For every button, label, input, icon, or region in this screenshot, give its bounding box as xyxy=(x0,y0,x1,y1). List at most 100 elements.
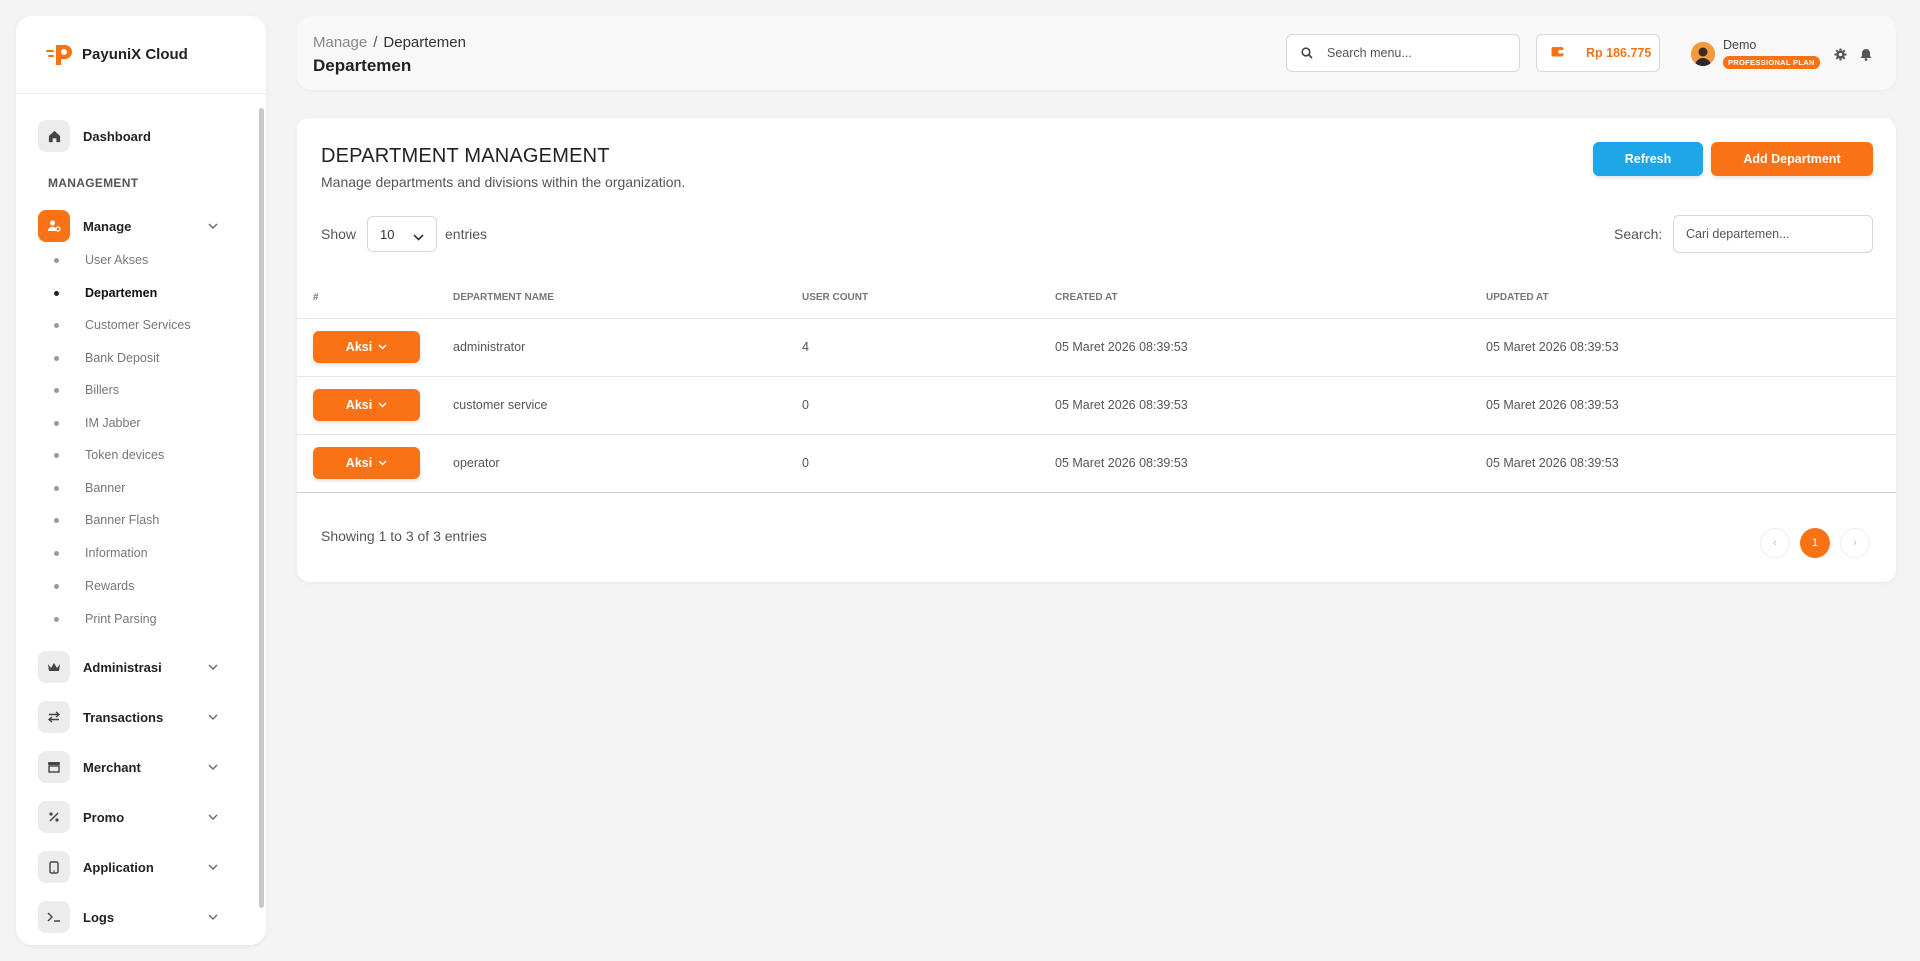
sidebar-subitem-billers[interactable]: Billers xyxy=(54,380,119,400)
add-department-button[interactable]: Add Department xyxy=(1711,142,1873,176)
pagination-prev[interactable]: ‹ xyxy=(1760,528,1790,558)
sidebar-subitem-im-jabber[interactable]: IM Jabber xyxy=(54,413,141,433)
table-search-label: Search: xyxy=(1614,226,1663,242)
sidebar-item-application[interactable]: Application xyxy=(38,849,228,885)
table-row: Aksi operator 0 05 Maret 2026 08:39:53 0… xyxy=(297,434,1896,493)
sidebar-item-label: Logs xyxy=(83,909,115,925)
bullet-icon xyxy=(54,257,59,263)
bullet-icon xyxy=(54,517,59,523)
column-header-user-count[interactable]: USER COUNT xyxy=(802,278,1055,319)
column-header-index[interactable]: # xyxy=(297,278,453,319)
aksi-button[interactable]: Aksi xyxy=(313,389,420,421)
bullet-icon xyxy=(54,550,59,556)
brand-logo-icon xyxy=(46,42,76,68)
store-icon xyxy=(38,751,70,783)
bullet-icon xyxy=(54,355,59,361)
refresh-button[interactable]: Refresh xyxy=(1593,142,1703,176)
sidebar-subitem-information[interactable]: Information xyxy=(54,543,148,563)
breadcrumb-current: Departemen xyxy=(383,34,466,51)
aksi-button[interactable]: Aksi xyxy=(313,447,420,479)
mobile-icon xyxy=(38,851,70,883)
menu-search-input[interactable] xyxy=(1327,46,1507,60)
topbar: Manage/Departemen Departemen Rp 186.775 … xyxy=(297,16,1896,90)
chevron-down-icon xyxy=(206,860,220,874)
sidebar-subitem-print-parsing[interactable]: Print Parsing xyxy=(54,609,157,629)
aksi-label: Aksi xyxy=(345,398,373,412)
brand[interactable]: PayuniX Cloud xyxy=(16,16,266,94)
subitem-label: Banner Flash xyxy=(85,513,160,527)
cell-created-at: 05 Maret 2026 08:39:53 xyxy=(1055,434,1486,493)
subitem-label: Banner xyxy=(85,481,126,495)
section-label-management: MANAGEMENT xyxy=(48,176,139,190)
search-icon xyxy=(1287,47,1327,59)
sidebar-subitem-bank-deposit[interactable]: Bank Deposit xyxy=(54,348,159,368)
sidebar-item-manage[interactable]: Manage xyxy=(38,208,228,244)
column-header-department-name[interactable]: DEPARTMENT NAME xyxy=(453,278,802,319)
sidebar-scrollbar[interactable] xyxy=(259,108,264,908)
sidebar-item-label: Administrasi xyxy=(83,659,162,675)
subitem-label: Departemen xyxy=(85,286,158,300)
sidebar-item-administrasi[interactable]: Administrasi xyxy=(38,649,228,685)
cell-updated-at: 05 Maret 2026 08:39:53 xyxy=(1486,318,1896,377)
sidebar-item-transactions[interactable]: Transactions xyxy=(38,699,228,735)
menu-search[interactable] xyxy=(1286,34,1520,72)
sidebar-item-dashboard[interactable]: Dashboard xyxy=(38,118,228,154)
chevron-down-icon xyxy=(378,344,387,350)
entries-select[interactable]: 10 xyxy=(367,216,437,252)
arrows-exchange-icon xyxy=(38,701,70,733)
pagination-page-1[interactable]: 1 xyxy=(1800,528,1830,558)
balance-display[interactable]: Rp 186.775 xyxy=(1536,34,1660,72)
sidebar-item-merchant[interactable]: Merchant xyxy=(38,749,228,785)
percent-icon xyxy=(38,801,70,833)
table-row: Aksi customer service 0 05 Maret 2026 08… xyxy=(297,376,1896,435)
card-title: DEPARTMENT MANAGEMENT xyxy=(321,145,610,167)
pagination-next[interactable]: › xyxy=(1840,528,1870,558)
sidebar-subitem-token-devices[interactable]: Token devices xyxy=(54,445,164,465)
bullet-icon xyxy=(54,616,59,622)
terminal-icon xyxy=(38,901,70,933)
sidebar-subitem-customer-services[interactable]: Customer Services xyxy=(54,315,191,335)
sidebar-item-promo[interactable]: Promo xyxy=(38,799,228,835)
chevron-down-icon xyxy=(378,402,387,408)
cell-action: Aksi xyxy=(297,376,453,435)
aksi-button[interactable]: Aksi xyxy=(313,331,420,363)
crown-icon xyxy=(38,651,70,683)
sidebar-item-logs[interactable]: Logs xyxy=(38,899,228,935)
column-header-created-at[interactable]: CREATED AT xyxy=(1055,278,1486,319)
cell-user-count: 4 xyxy=(802,318,1055,377)
sidebar-subitem-departemen[interactable]: Departemen xyxy=(54,283,157,303)
plan-badge: PROFESSIONAL PLAN xyxy=(1723,56,1820,69)
sidebar-scroll: Dashboard MANAGEMENT Manage User Akses D… xyxy=(16,94,266,945)
breadcrumb-separator: / xyxy=(373,34,378,51)
sidebar-item-label: Promo xyxy=(83,809,125,825)
chevron-down-icon xyxy=(206,910,220,924)
sidebar: PayuniX Cloud Dashboard MANAGEMENT Manag… xyxy=(16,16,266,945)
sidebar-subitem-user-akses[interactable]: User Akses xyxy=(54,250,148,270)
chevron-down-icon xyxy=(413,229,424,244)
gear-icon[interactable] xyxy=(1832,46,1848,62)
sidebar-subitem-banner[interactable]: Banner xyxy=(54,478,125,498)
bullet-icon xyxy=(54,452,59,458)
avatar xyxy=(1691,42,1715,66)
cell-user-count: 0 xyxy=(802,434,1055,493)
aksi-label: Aksi xyxy=(345,456,373,470)
aksi-label: Aksi xyxy=(345,340,373,354)
subitem-label: User Akses xyxy=(85,253,149,267)
cell-created-at: 05 Maret 2026 08:39:53 xyxy=(1055,376,1486,435)
subitem-label: Rewards xyxy=(85,579,135,593)
chevron-down-icon xyxy=(206,760,220,774)
cell-created-at: 05 Maret 2026 08:39:53 xyxy=(1055,318,1486,377)
table-row: Aksi administrator 4 05 Maret 2026 08:39… xyxy=(297,318,1896,377)
table-info: Showing 1 to 3 of 3 entries xyxy=(321,528,487,544)
bullet-icon xyxy=(54,387,59,393)
user-name: Demo xyxy=(1723,38,1757,52)
breadcrumb-root[interactable]: Manage xyxy=(313,34,367,51)
sidebar-item-label: Merchant xyxy=(83,759,141,775)
sidebar-subitem-rewards[interactable]: Rewards xyxy=(54,576,134,596)
sidebar-subitem-banner-flash[interactable]: Banner Flash xyxy=(54,510,159,530)
bell-icon[interactable] xyxy=(1858,46,1874,62)
brand-name: PayuniX Cloud xyxy=(82,46,188,63)
column-header-updated-at[interactable]: UPDATED AT xyxy=(1486,278,1896,319)
user-menu[interactable]: Demo PROFESSIONAL PLAN xyxy=(1691,38,1820,70)
table-search-input[interactable] xyxy=(1673,215,1873,253)
